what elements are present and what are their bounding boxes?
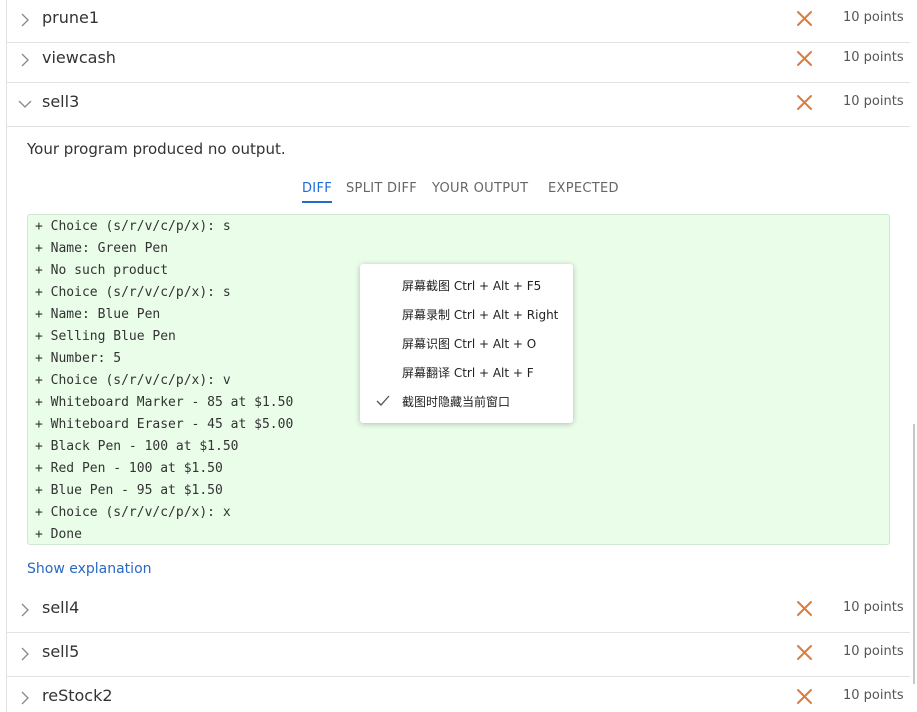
test-name: prune1 xyxy=(42,8,100,27)
test-row-prune1[interactable]: prune1 10 points xyxy=(7,0,910,43)
tab-expected[interactable]: EXPECTED xyxy=(548,180,619,198)
diff-line: + Done xyxy=(35,527,82,542)
diff-line: + Whiteboard Eraser - 45 at $5.00 xyxy=(35,417,294,432)
test-name: sell5 xyxy=(42,642,80,661)
tab-diff[interactable]: DIFF xyxy=(302,180,332,203)
diff-line: + Choice (s/r/v/c/p/x): x xyxy=(35,505,231,520)
close-icon xyxy=(797,601,812,616)
chevron-right-icon xyxy=(21,53,29,67)
diff-line: + Red Pen - 100 at $1.50 xyxy=(35,461,223,476)
close-icon xyxy=(797,645,812,660)
diff-line: + Choice (s/r/v/c/p/x): s xyxy=(35,285,231,300)
diff-line: + Name: Blue Pen xyxy=(35,307,161,322)
menu-item-screen-translate[interactable]: 屏幕翻译 Ctrl + Alt + F xyxy=(360,358,573,387)
no-output-message: Your program produced no output. xyxy=(27,140,286,158)
screenshot-context-menu: 屏幕截图 Ctrl + Alt + F5 屏幕录制 Ctrl + Alt + R… xyxy=(360,264,573,423)
diff-line: + Choice (s/r/v/c/p/x): s xyxy=(35,219,231,234)
menu-item-label: 截图时隐藏当前窗口 xyxy=(402,395,511,409)
diff-line: + No such product xyxy=(35,263,169,278)
diff-line: + Number: 5 xyxy=(35,351,122,366)
diff-line: + Blue Pen - 95 at $1.50 xyxy=(35,483,223,498)
test-name: viewcash xyxy=(42,48,116,67)
show-explanation-link[interactable]: Show explanation xyxy=(27,561,152,577)
menu-item-label: 屏幕识图 Ctrl + Alt + O xyxy=(402,337,537,351)
test-name: sell4 xyxy=(42,598,80,617)
diff-line: + Name: Green Pen xyxy=(35,241,169,256)
close-icon xyxy=(797,51,812,66)
diff-tabs: DIFF SPLIT DIFF YOUR OUTPUT EXPECTED xyxy=(0,178,917,208)
diff-line: + Selling Blue Pen xyxy=(35,329,176,344)
diff-line: + Choice (s/r/v/c/p/x): v xyxy=(35,373,231,388)
chevron-down-icon xyxy=(18,100,32,108)
test-name: reStock2 xyxy=(42,686,113,705)
chevron-right-icon xyxy=(21,647,29,661)
test-row-restock2[interactable]: reStock2 10 points xyxy=(7,678,910,712)
test-row-viewcash[interactable]: viewcash 10 points xyxy=(7,40,910,83)
menu-item-screenshot[interactable]: 屏幕截图 Ctrl + Alt + F5 xyxy=(360,271,573,300)
menu-item-label: 屏幕录制 Ctrl + Alt + Right xyxy=(402,308,559,322)
menu-item-screen-record[interactable]: 屏幕录制 Ctrl + Alt + Right xyxy=(360,300,573,329)
test-points: 10 points xyxy=(843,10,904,25)
chevron-right-icon xyxy=(21,691,29,705)
test-name: sell3 xyxy=(42,92,80,111)
test-points: 10 points xyxy=(843,600,904,615)
tab-your-output[interactable]: YOUR OUTPUT xyxy=(432,180,528,198)
test-row-sell4[interactable]: sell4 10 points xyxy=(7,590,910,633)
test-points: 10 points xyxy=(843,644,904,659)
menu-item-screen-ocr[interactable]: 屏幕识图 Ctrl + Alt + O xyxy=(360,329,573,358)
diff-line: + Black Pen - 100 at $1.50 xyxy=(35,439,239,454)
close-icon xyxy=(797,689,812,704)
test-results-page: prune1 10 points viewcash 10 points sell… xyxy=(0,0,917,712)
diff-line: + Whiteboard Marker - 85 at $1.50 xyxy=(35,395,294,410)
tab-split-diff[interactable]: SPLIT DIFF xyxy=(346,180,417,198)
chevron-right-icon xyxy=(21,13,29,27)
test-row-sell3[interactable]: sell3 10 points xyxy=(7,84,910,127)
scrollbar[interactable] xyxy=(913,424,915,684)
menu-item-label: 屏幕翻译 Ctrl + Alt + F xyxy=(402,366,534,380)
menu-item-hide-window[interactable]: 截图时隐藏当前窗口 xyxy=(360,387,573,416)
test-points: 10 points xyxy=(843,50,904,65)
checkmark-icon xyxy=(376,395,390,406)
test-points: 10 points xyxy=(843,688,904,703)
menu-item-label: 屏幕截图 Ctrl + Alt + F5 xyxy=(402,279,542,293)
close-icon xyxy=(797,11,812,26)
test-row-sell5[interactable]: sell5 10 points xyxy=(7,634,910,677)
test-points: 10 points xyxy=(843,94,904,109)
chevron-right-icon xyxy=(21,603,29,617)
close-icon xyxy=(797,95,812,110)
